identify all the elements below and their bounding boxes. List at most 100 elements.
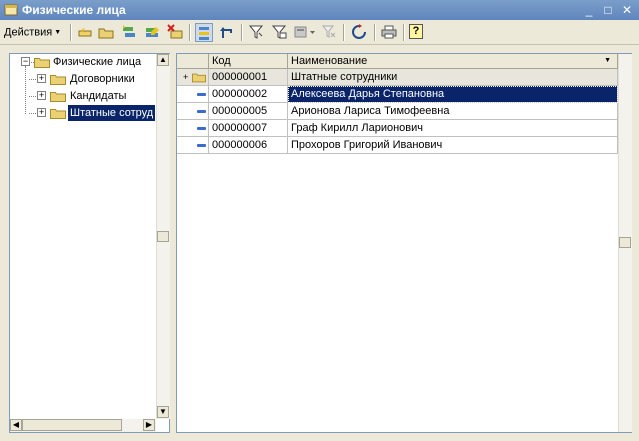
- toolbar-separator: [70, 24, 72, 41]
- clear-filter-button[interactable]: [320, 23, 338, 42]
- hierarchy-toggle-button[interactable]: [195, 23, 213, 42]
- toolbar-separator: [343, 24, 345, 41]
- name-cell: Прохоров Григорий Иванович: [288, 137, 618, 154]
- close-button[interactable]: ✕: [619, 2, 635, 18]
- folder-icon: [34, 58, 50, 68]
- help-icon: ?: [409, 24, 423, 39]
- folder-icon: [192, 73, 206, 83]
- filter-by-value-button[interactable]: [270, 23, 288, 42]
- collapse-icon[interactable]: −: [21, 57, 30, 66]
- tree-node-label: Договорники: [70, 73, 135, 85]
- column-header-name-label: Наименование: [291, 55, 368, 67]
- maximize-button[interactable]: □: [600, 2, 616, 18]
- scroll-up-button[interactable]: ▲: [157, 54, 169, 66]
- scroll-thumb[interactable]: [619, 237, 631, 248]
- row-icon-cell: [177, 137, 209, 154]
- table-row[interactable]: 000000007 Граф Кирилл Ларионович: [177, 120, 618, 137]
- scroll-right-button[interactable]: ▶: [143, 419, 155, 431]
- level-up-marker-icon: +: [183, 72, 189, 82]
- chevron-down-icon: ▼: [54, 29, 62, 36]
- table-row[interactable]: 000000006 Прохоров Григорий Иванович: [177, 137, 618, 154]
- row-icon-cell: [177, 86, 209, 103]
- delete-button[interactable]: [166, 23, 184, 42]
- level-up-button[interactable]: [218, 23, 236, 42]
- column-header-name[interactable]: Наименование ▼: [288, 54, 618, 68]
- tree-horizontal-scrollbar[interactable]: ◀ ▶: [10, 419, 156, 432]
- scroll-thumb[interactable]: [22, 419, 122, 431]
- tree-node-root[interactable]: − Физические лица: [10, 54, 160, 70]
- refresh-button[interactable]: [350, 23, 368, 42]
- refresh-icon: [352, 24, 366, 39]
- item-icon: [197, 144, 206, 147]
- tree-node-label: Физические лица: [53, 56, 142, 68]
- delete-icon: [167, 24, 183, 39]
- window-icon: [4, 4, 18, 16]
- table-row[interactable]: 000000005 Арионова Лариса Тимофеевна: [177, 103, 618, 120]
- copy-icon: [123, 25, 135, 37]
- window-title: Физические лица: [22, 3, 126, 17]
- tree-node-dogovorniki[interactable]: + Договорники: [10, 71, 160, 87]
- edit-button[interactable]: [143, 23, 161, 42]
- expand-icon[interactable]: +: [37, 91, 46, 100]
- list-panel: Код Наименование ▼ + 000000001 Штатные с…: [176, 53, 632, 433]
- filter-icon: [248, 25, 264, 39]
- add-button[interactable]: [76, 23, 94, 42]
- add-icon: [78, 26, 92, 37]
- table-row-parent[interactable]: + 000000001 Штатные сотрудники: [177, 69, 618, 86]
- column-header-code[interactable]: Код: [209, 54, 288, 68]
- minimize-button[interactable]: _: [581, 2, 597, 18]
- list-vertical-scrollbar[interactable]: [618, 54, 632, 432]
- actions-menu-button[interactable]: Действия ▼: [4, 23, 66, 42]
- print-button[interactable]: [380, 23, 398, 42]
- add-folder-icon: [98, 28, 114, 39]
- item-icon: [197, 93, 206, 96]
- help-button[interactable]: ?: [407, 23, 425, 42]
- toolbar: Действия ▼ ?: [0, 20, 639, 45]
- filter-history-icon: [294, 26, 315, 38]
- row-icon-cell: [177, 103, 209, 120]
- name-cell: Штатные сотрудники: [288, 69, 618, 86]
- edit-icon: [146, 27, 159, 37]
- item-icon: [197, 127, 206, 130]
- code-cell: 000000006: [209, 137, 288, 154]
- toolbar-separator: [374, 24, 376, 41]
- tree-vertical-scrollbar[interactable]: ▲ ▼: [156, 54, 170, 419]
- level-up-icon: [220, 27, 232, 38]
- toolbar-separator: [403, 24, 405, 41]
- expand-icon[interactable]: +: [37, 108, 46, 117]
- tree-panel: − Физические лица + Договорники + Кандид…: [9, 53, 170, 433]
- code-cell: 000000002: [209, 86, 288, 103]
- name-cell: Алексеева Дарья Степановна: [288, 86, 618, 103]
- tree-node-label: Штатные сотруд: [68, 105, 156, 121]
- hierarchy-icon: [199, 27, 209, 40]
- tree-node-shtatnye[interactable]: + Штатные сотруд: [10, 105, 157, 121]
- expand-icon[interactable]: +: [37, 74, 46, 83]
- item-icon: [197, 110, 206, 113]
- clear-filter-icon: [321, 25, 336, 38]
- tree-node-kandidaty[interactable]: + Кандидаты: [10, 88, 160, 104]
- add-folder-button[interactable]: [97, 23, 115, 42]
- title-bar: Физические лица _ □ ✕: [0, 0, 639, 20]
- scroll-left-button[interactable]: ◀: [10, 419, 22, 431]
- filter-button[interactable]: [247, 23, 265, 42]
- folder-icon: [50, 75, 66, 85]
- name-cell: Граф Кирилл Ларионович: [288, 120, 618, 137]
- table-header: Код Наименование ▼: [177, 54, 618, 69]
- filter-history-button[interactable]: [292, 23, 318, 42]
- folder-icon: [50, 92, 66, 102]
- name-cell: Арионова Лариса Тимофеевна: [288, 103, 618, 120]
- tree-node-label: Кандидаты: [70, 90, 127, 102]
- toolbar-separator: [189, 24, 191, 41]
- toolbar-separator: [241, 24, 243, 41]
- folder-icon: [50, 109, 66, 119]
- copy-button[interactable]: [120, 23, 138, 42]
- actions-label: Действия: [4, 26, 53, 39]
- row-icon-cell: [177, 120, 209, 137]
- code-cell: 000000007: [209, 120, 288, 137]
- sort-arrow-icon: ▼: [604, 57, 611, 64]
- filter-by-value-icon: [271, 25, 287, 39]
- table-row[interactable]: 000000002 Алексеева Дарья Степановна: [177, 86, 618, 103]
- scroll-thumb[interactable]: [157, 231, 169, 242]
- scroll-down-button[interactable]: ▼: [157, 406, 169, 418]
- column-header-icon[interactable]: [177, 54, 209, 68]
